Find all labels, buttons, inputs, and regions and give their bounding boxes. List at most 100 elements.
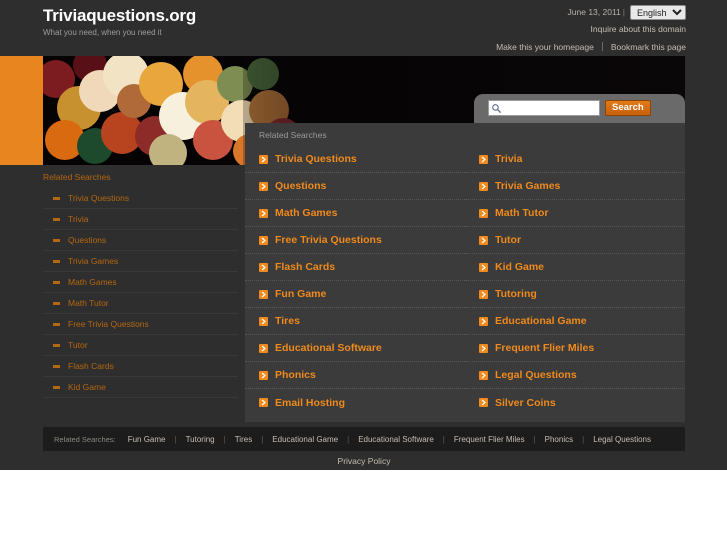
footer-link[interactable]: Tires (235, 435, 252, 444)
related-search-item[interactable]: Questions (245, 173, 465, 200)
related-search-item[interactable]: Trivia Questions (245, 146, 465, 173)
related-search-item[interactable]: Kid Game (465, 254, 685, 281)
related-search-item[interactable]: Math Games (245, 200, 465, 227)
related-search-label: Educational Game (495, 315, 587, 327)
related-search-item[interactable]: Trivia (465, 146, 685, 173)
related-search-item[interactable]: Tires (245, 308, 465, 335)
related-search-label: Legal Questions (495, 369, 577, 381)
dash-icon (53, 322, 60, 326)
bookmark-page-link[interactable]: Bookmark this page (611, 42, 686, 52)
related-search-item[interactable]: Flash Cards (245, 254, 465, 281)
footer-separator: | (442, 434, 445, 444)
sidebar-item-label: Free Trivia Questions (68, 319, 149, 329)
footer-link[interactable]: Educational Software (358, 435, 434, 444)
search-field-wrapper[interactable] (488, 100, 600, 116)
sidebar-item[interactable]: Questions (43, 230, 238, 251)
related-searches-column-left: Trivia Questions Questions Math Games Fr… (245, 146, 465, 416)
inquire-about-domain-link[interactable]: Inquire about this domain (591, 24, 686, 34)
footer-link[interactable]: Tutoring (186, 435, 215, 444)
arrow-right-icon (259, 398, 268, 407)
sidebar-item[interactable]: Flash Cards (43, 356, 238, 377)
make-homepage-link[interactable]: Make this your homepage (496, 42, 594, 52)
search-form: Search (488, 100, 651, 116)
sidebar-item-label: Math Tutor (68, 298, 109, 308)
footer-link[interactable]: Educational Game (272, 435, 338, 444)
arrow-right-icon (479, 398, 488, 407)
arrow-right-icon (479, 370, 488, 380)
footer-link[interactable]: Fun Game (128, 435, 166, 444)
sidebar-item[interactable]: Tutor (43, 335, 238, 356)
sidebar-item[interactable]: Trivia Questions (43, 188, 238, 209)
related-search-item[interactable]: Legal Questions (465, 362, 685, 389)
arrow-right-icon (259, 316, 268, 326)
brand: Triviaquestions.org What you need, when … (43, 6, 196, 39)
related-search-item[interactable]: Frequent Flier Miles (465, 335, 685, 362)
related-searches-panel: Related Searches Trivia Questions Questi… (245, 123, 685, 422)
related-search-item[interactable]: Trivia Games (465, 173, 685, 200)
sidebar-item-label: Trivia (68, 214, 89, 224)
date-separator: | (622, 7, 625, 17)
related-search-label: Frequent Flier Miles (495, 342, 595, 354)
footer-separator: | (347, 434, 350, 444)
footer-link[interactable]: Legal Questions (593, 435, 651, 444)
sidebar-item[interactable]: Math Games (43, 272, 238, 293)
arrow-right-icon (479, 262, 488, 272)
arrow-right-icon (259, 235, 268, 245)
footer-link[interactable]: Phonics (545, 435, 573, 444)
related-search-item[interactable]: Math Tutor (465, 200, 685, 227)
dash-icon (53, 259, 60, 263)
sidebar-item[interactable]: Math Tutor (43, 293, 238, 314)
page-root: Triviaquestions.org What you need, when … (0, 0, 727, 545)
arrow-right-icon (479, 343, 488, 353)
inquire-row: Inquire about this domain (496, 22, 686, 36)
related-search-label: Math Games (275, 207, 338, 219)
related-search-item[interactable]: Educational Game (465, 308, 685, 335)
related-search-item[interactable]: Silver Coins (465, 389, 685, 416)
footer-separator: | (261, 434, 264, 444)
related-search-item[interactable]: Educational Software (245, 335, 465, 362)
arrow-right-icon (259, 289, 268, 299)
related-search-item[interactable]: Tutoring (465, 281, 685, 308)
search-button[interactable]: Search (605, 100, 651, 116)
sidebar-item-label: Questions (68, 235, 107, 245)
related-search-label: Tires (275, 315, 300, 327)
banner-right-filler (685, 56, 727, 165)
site-header: Triviaquestions.org What you need, when … (0, 0, 727, 56)
footer-separator: | (582, 434, 585, 444)
site-title: Triviaquestions.org (43, 6, 197, 25)
related-search-item[interactable]: Phonics (245, 362, 465, 389)
related-search-label: Kid Game (495, 261, 545, 273)
related-searches-column-right: Trivia Trivia Games Math Tutor Tutor Kid… (465, 146, 685, 416)
related-search-item[interactable]: Free Trivia Questions (245, 227, 465, 254)
arrow-right-icon (479, 235, 488, 245)
arrow-right-icon (479, 289, 488, 299)
arrow-right-icon (479, 208, 488, 218)
footer-separator: | (533, 434, 536, 444)
footer-link[interactable]: Frequent Flier Miles (454, 435, 525, 444)
search-input[interactable] (502, 102, 598, 114)
related-search-item[interactable]: Fun Game (245, 281, 465, 308)
sidebar-item-label: Trivia Questions (68, 193, 130, 203)
footer-title: Related Searches: (54, 434, 116, 444)
sidebar-item[interactable]: Trivia (43, 209, 238, 230)
related-search-item[interactable]: Tutor (465, 227, 685, 254)
header-links-row: Make this your homepage Bookmark this pag… (496, 40, 686, 54)
related-search-label: Silver Coins (495, 396, 556, 409)
search-panel: Search (474, 94, 685, 123)
related-search-label: Trivia Games (495, 180, 561, 192)
related-search-item[interactable]: Email Hosting (245, 389, 465, 416)
related-search-label: Tutoring (495, 288, 537, 300)
sidebar-item-label: Flash Cards (68, 361, 114, 371)
sidebar-item[interactable]: Kid Game (43, 377, 238, 398)
footer-separator: | (174, 434, 177, 444)
sidebar-item[interactable]: Trivia Games (43, 251, 238, 272)
privacy-policy-link[interactable]: Privacy Policy (338, 456, 391, 466)
sidebar-related-searches: Related Searches Trivia Questions Trivia… (43, 172, 238, 398)
sidebar-item-label: Tutor (68, 340, 88, 350)
related-search-label: Phonics (275, 369, 316, 381)
arrow-right-icon (479, 154, 488, 164)
header-link-divider (601, 42, 603, 52)
related-search-label: Trivia Questions (275, 153, 357, 165)
sidebar-item[interactable]: Free Trivia Questions (43, 314, 238, 335)
language-select[interactable]: English (630, 5, 686, 21)
